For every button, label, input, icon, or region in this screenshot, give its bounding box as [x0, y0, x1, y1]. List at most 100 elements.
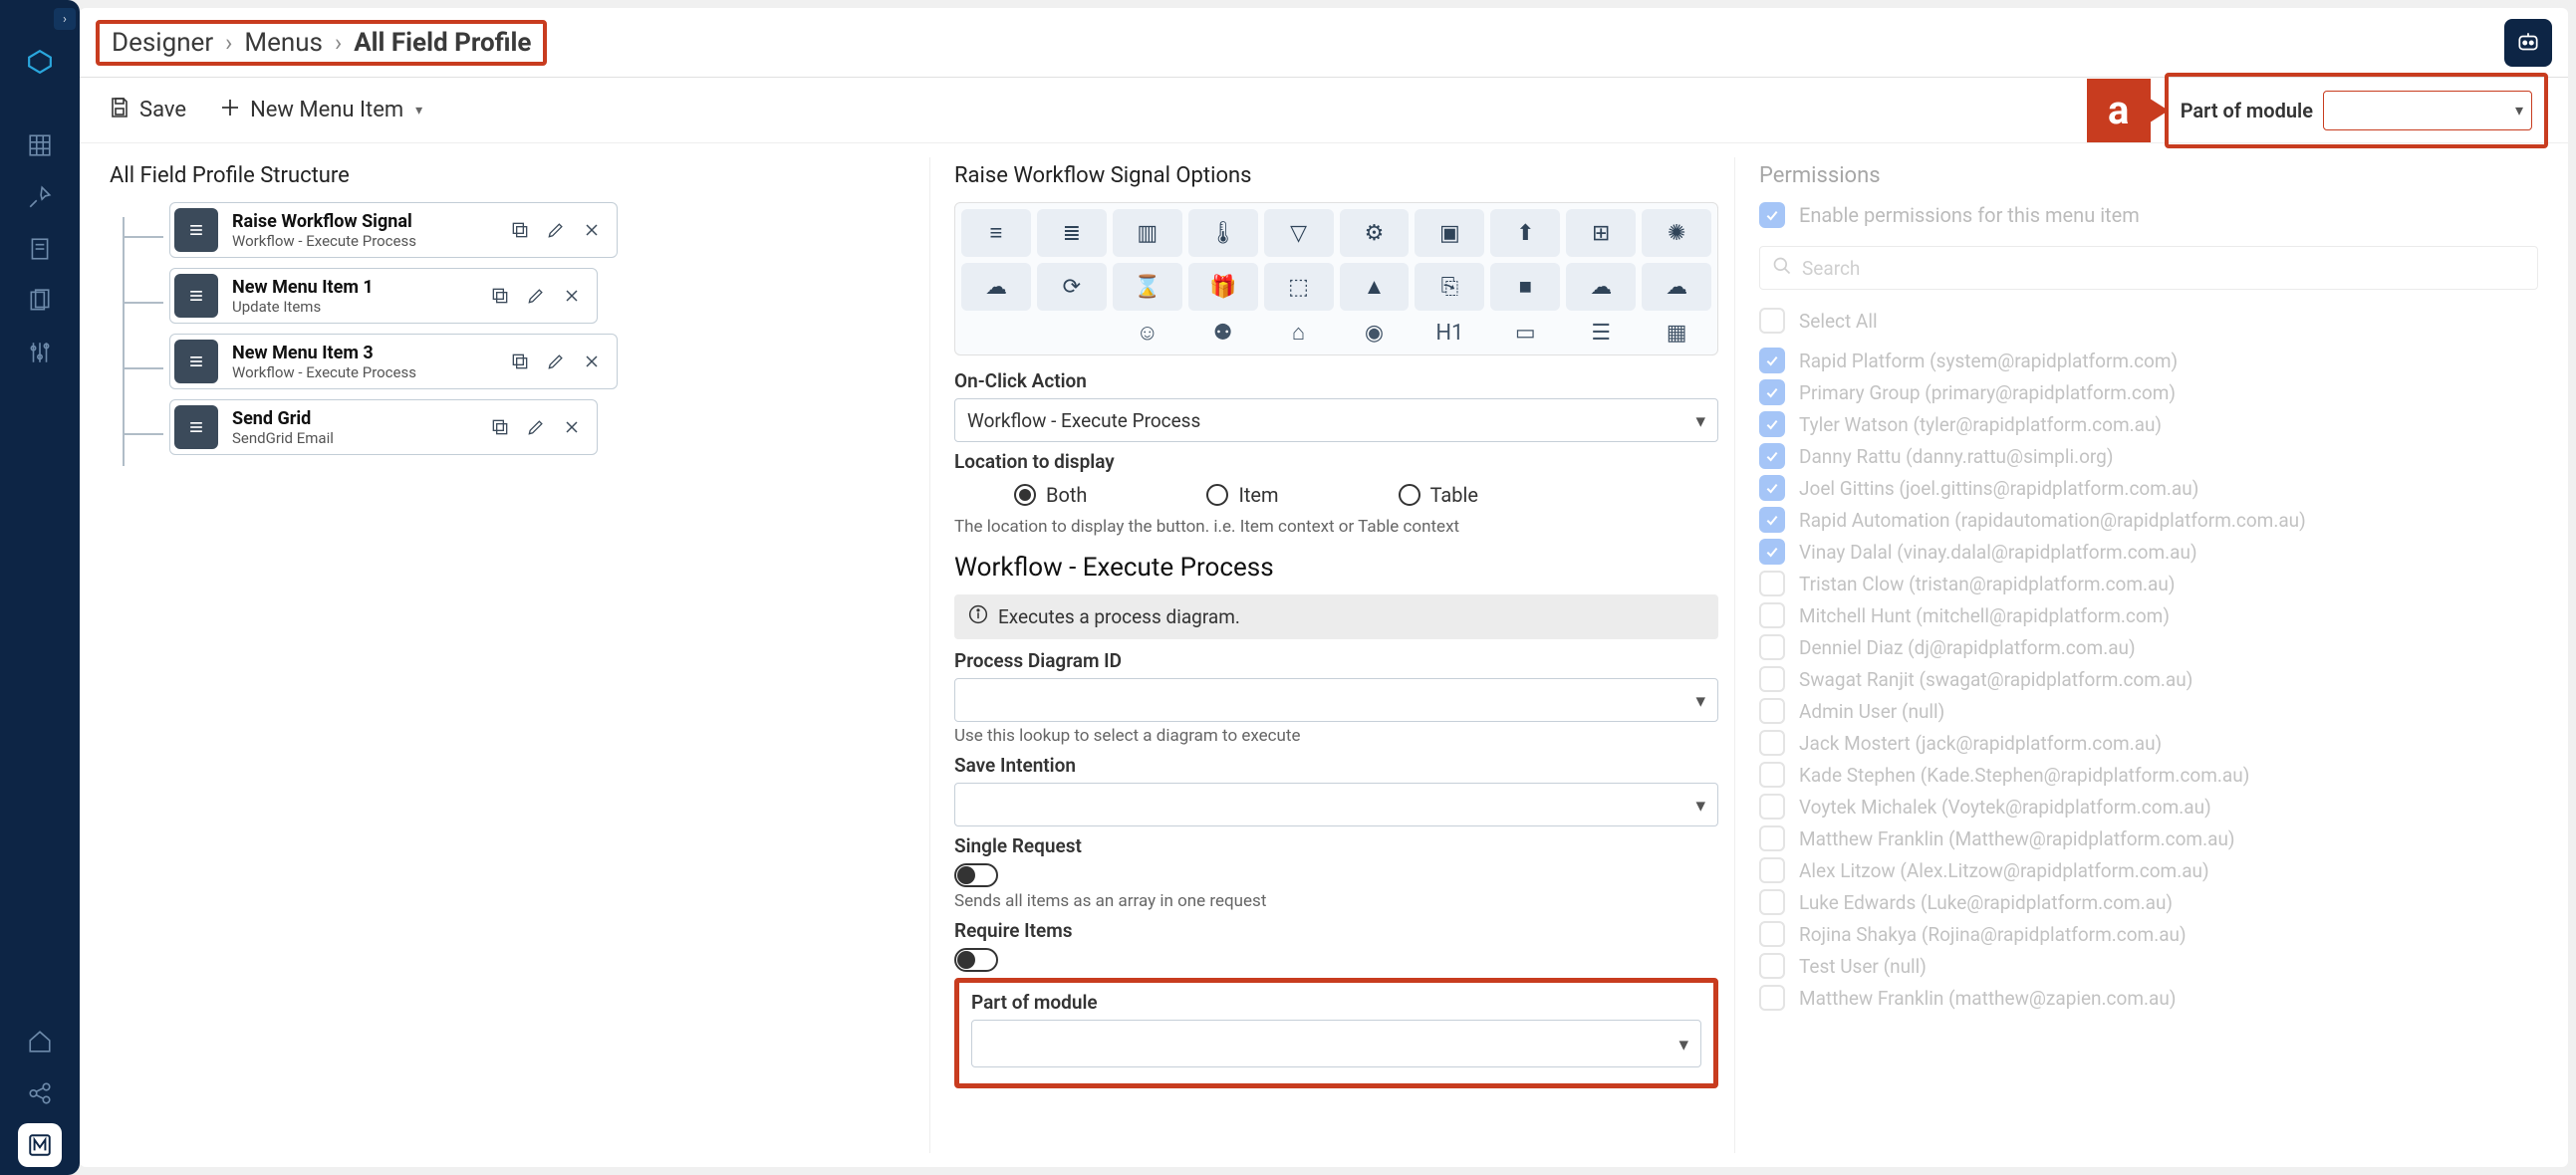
elevator-icon[interactable]: ⬚ — [1264, 263, 1334, 311]
location-radio-table[interactable]: Table — [1399, 483, 1478, 507]
part-of-module-select-top[interactable]: ▾ — [2323, 91, 2532, 130]
permission-checkbox[interactable] — [1759, 379, 1785, 405]
cloud-right-icon[interactable]: ☁ — [1642, 263, 1711, 311]
permission-checkbox[interactable] — [1759, 634, 1785, 660]
permission-row[interactable]: Mitchell Hunt (mitchell@rapidplatform.co… — [1759, 602, 2538, 628]
permission-row[interactable]: Tristan Clow (tristan@rapidplatform.com.… — [1759, 571, 2538, 596]
permission-row[interactable]: Matthew Franklin (Matthew@rapidplatform.… — [1759, 825, 2538, 851]
part-of-module-mid-select[interactable]: ▾ — [971, 1020, 1701, 1067]
rail-item-share[interactable] — [18, 1071, 62, 1115]
grid-icon[interactable]: ⊞ — [1566, 209, 1636, 257]
pane-icon[interactable]: ▦ — [1642, 317, 1711, 349]
permission-checkbox[interactable] — [1759, 666, 1785, 692]
cubes-icon[interactable]: ▣ — [1415, 209, 1484, 257]
permission-row[interactable]: Swagat Ranjit (swagat@rapidplatform.com.… — [1759, 666, 2538, 692]
location-radio-both[interactable]: Both — [1014, 483, 1087, 507]
chatbot-button[interactable] — [2504, 19, 2552, 67]
select-all-checkbox[interactable] — [1759, 308, 1785, 334]
permission-row[interactable]: Matthew Franklin (matthew@zapien.com.au) — [1759, 985, 2538, 1011]
H1-icon[interactable]: H1 — [1415, 317, 1484, 349]
edit-button[interactable] — [521, 412, 551, 442]
location-radio-item[interactable]: Item — [1206, 483, 1278, 507]
refresh-icon[interactable]: ⟳ — [1037, 263, 1107, 311]
permission-row[interactable]: Alex Litzow (Alex.Litzow@rapidplatform.c… — [1759, 857, 2538, 883]
drag-handle-icon[interactable] — [174, 208, 218, 252]
permission-checkbox[interactable] — [1759, 475, 1785, 501]
onclick-action-select[interactable]: Workflow - Execute Process ▾ — [954, 398, 1718, 442]
permission-checkbox[interactable] — [1759, 762, 1785, 788]
list-icon[interactable]: ☰ — [1566, 317, 1636, 349]
permission-checkbox[interactable] — [1759, 443, 1785, 469]
permission-row[interactable]: Admin User (null) — [1759, 698, 2538, 724]
edit-button[interactable] — [541, 215, 571, 245]
copy-button[interactable] — [505, 215, 535, 245]
drag-handle-icon[interactable] — [174, 405, 218, 449]
people-rows-icon[interactable]: ⚉ — [1188, 317, 1258, 349]
permission-checkbox[interactable] — [1759, 348, 1785, 373]
drag-handle-icon[interactable] — [174, 274, 218, 318]
sliders-icon[interactable]: ≡ — [961, 209, 1031, 257]
copy-button[interactable] — [485, 281, 515, 311]
permission-checkbox[interactable] — [1759, 730, 1785, 756]
rail-item-home[interactable] — [18, 1020, 62, 1063]
delete-button[interactable] — [577, 347, 607, 376]
shop-icon[interactable]: ⌂ — [1264, 317, 1334, 349]
select-all-row[interactable]: Select All — [1759, 308, 2538, 334]
menu-tree-item[interactable]: Raise Workflow Signal Workflow - Execute… — [169, 202, 618, 258]
permission-row[interactable]: Rojina Shakya (Rojina@rapidplatform.com.… — [1759, 921, 2538, 947]
camera-icon[interactable]: ■ — [1490, 263, 1560, 311]
permission-checkbox[interactable] — [1759, 539, 1785, 565]
enable-permissions-checkbox[interactable] — [1759, 202, 1785, 228]
copy-button[interactable] — [505, 347, 535, 376]
rail-item-pages[interactable] — [18, 279, 62, 323]
require-items-toggle[interactable] — [954, 948, 998, 972]
permission-row[interactable]: Primary Group (primary@rapidplatform.com… — [1759, 379, 2538, 405]
edit-button[interactable] — [541, 347, 571, 376]
enable-permissions-row[interactable]: Enable permissions for this menu item — [1759, 202, 2538, 228]
permission-row[interactable]: Voytek Michalek (Voytek@rapidplatform.co… — [1759, 794, 2538, 820]
gift-icon[interactable]: 🎁 — [1188, 263, 1258, 311]
permission-checkbox[interactable] — [1759, 571, 1785, 596]
rail-item-settings[interactable] — [18, 331, 62, 374]
permission-checkbox[interactable] — [1759, 411, 1785, 437]
permission-row[interactable]: Rapid Automation (rapidautomation@rapidp… — [1759, 507, 2538, 533]
triangle-icon[interactable]: ▲ — [1340, 263, 1410, 311]
rail-item-tables[interactable] — [18, 123, 62, 167]
permission-row[interactable]: Joel Gittins (joel.gittins@rapidplatform… — [1759, 475, 2538, 501]
chart-up-icon[interactable]: ⬆ — [1490, 209, 1560, 257]
edit-button[interactable] — [521, 281, 551, 311]
permission-row[interactable]: Rapid Platform (system@rapidplatform.com… — [1759, 348, 2538, 373]
save-intention-select[interactable]: ▾ — [954, 783, 1718, 826]
hourglass-icon[interactable]: ⌛ — [1113, 263, 1182, 311]
sunburst-icon[interactable]: ✺ — [1642, 209, 1711, 257]
copy-button[interactable] — [485, 412, 515, 442]
bars-icon[interactable]: ≣ — [1037, 209, 1107, 257]
permission-row[interactable]: Danny Rattu (danny.rattu@simpli.org) — [1759, 443, 2538, 469]
permission-row[interactable]: Test User (null) — [1759, 953, 2538, 979]
permission-checkbox[interactable] — [1759, 953, 1785, 979]
collapse-rail-button[interactable]: › — [54, 8, 76, 30]
rail-item-designer[interactable] — [18, 1123, 62, 1167]
permission-checkbox[interactable] — [1759, 921, 1785, 947]
permission-checkbox[interactable] — [1759, 698, 1785, 724]
permission-row[interactable]: Tyler Watson (tyler@rapidplatform.com.au… — [1759, 411, 2538, 437]
permission-checkbox[interactable] — [1759, 889, 1785, 915]
permission-row[interactable]: Kade Stephen (Kade.Stephen@rapidplatform… — [1759, 762, 2538, 788]
menu-tree-item[interactable]: Send Grid SendGrid Email — [169, 399, 598, 455]
permission-checkbox[interactable] — [1759, 507, 1785, 533]
gear-icon[interactable]: ⚙ — [1340, 209, 1410, 257]
permission-checkbox[interactable] — [1759, 825, 1785, 851]
page-plus-icon[interactable]: ⎘ — [1415, 263, 1484, 311]
process-diagram-id-select[interactable]: ▾ — [954, 678, 1718, 722]
menu-tree-item[interactable]: New Menu Item 3 Workflow - Execute Proce… — [169, 334, 618, 389]
rail-item-tools[interactable] — [18, 175, 62, 219]
menu-tree-item[interactable]: New Menu Item 1 Update Items — [169, 268, 598, 324]
person-icon[interactable]: ☺ — [1113, 317, 1182, 349]
save-button[interactable]: Save — [100, 90, 194, 131]
delete-button[interactable] — [557, 281, 587, 311]
thermo-icon[interactable]: 🌡 — [1188, 209, 1258, 257]
permission-checkbox[interactable] — [1759, 985, 1785, 1011]
permission-row[interactable]: Denniel Diaz (dj@rapidplatform.com.au) — [1759, 634, 2538, 660]
cloud-rain-icon[interactable]: ☁ — [961, 263, 1031, 311]
badge-icon[interactable]: ◉ — [1340, 317, 1410, 349]
